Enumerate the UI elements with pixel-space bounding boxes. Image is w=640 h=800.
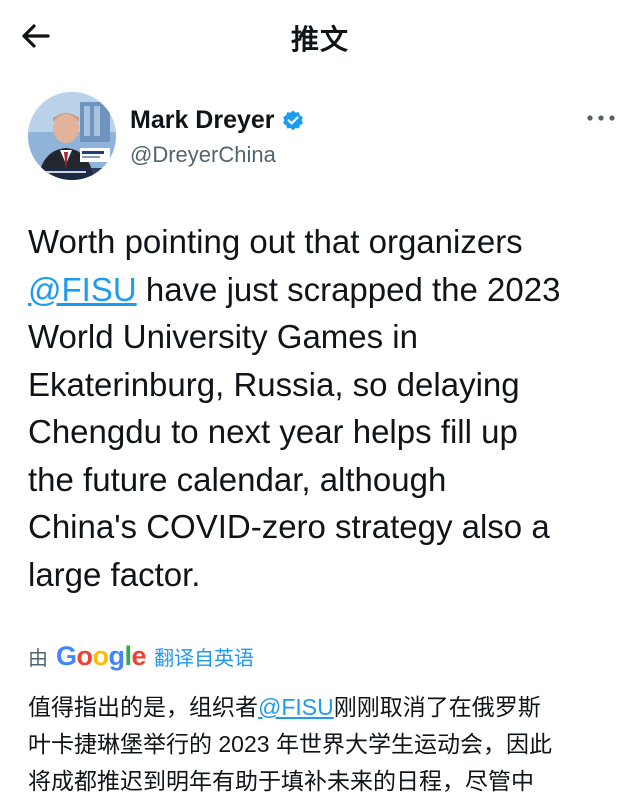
author-name[interactable]: Mark Dreyer: [130, 106, 275, 135]
more-horizontal-icon[interactable]: [584, 108, 618, 128]
tweet-line: the future calendar, although: [28, 460, 447, 498]
translated-from-label: 翻译自英语: [154, 647, 255, 670]
translated-text: 值得指出的是，组织者@FISU刚刚取消了在俄罗斯 叶卡捷琳堡举行的 2023 年…: [28, 689, 618, 800]
translated-by-label: 由: [28, 647, 48, 670]
tweet-line: Worth pointing out that organizers: [28, 223, 523, 260]
mention-link[interactable]: @FISU: [258, 694, 334, 720]
tweet-line: Ekaterinburg, Russia, so delaying: [28, 365, 520, 403]
google-logo: Google: [56, 640, 147, 671]
tweet-line: World University Games in: [28, 318, 418, 355]
tweet-author: Mark Dreyer @DreyerChina: [28, 92, 618, 184]
tweet-line: China's COVID-zero strategy also a: [28, 508, 550, 545]
mention-link[interactable]: @FISU: [28, 271, 137, 308]
avatar[interactable]: [28, 92, 116, 180]
page-title: 推文: [290, 24, 349, 55]
verified-badge-icon: [282, 110, 303, 130]
author-handle[interactable]: @DreyerChina: [130, 142, 276, 168]
author-name-row: Mark Dreyer: [130, 106, 305, 135]
translated-line: 将成都推迟到明年有助于填补未来的日程，尽管中: [28, 768, 534, 794]
translated-line: 叶卡捷琳堡举行的 2023 年世界大学生运动会，因此: [28, 731, 552, 757]
tweet-line: large factor.: [28, 555, 201, 593]
top-bar: 推文: [0, 0, 640, 74]
tweet-line: @FISU have just scrapped the 2023: [28, 270, 561, 308]
tweet-text: Worth pointing out that organizers @FISU…: [28, 218, 618, 598]
avatar-image: [28, 92, 116, 180]
tweet-line: Chengdu to next year helps fill up: [28, 413, 518, 450]
translated-by-google[interactable]: 由 Google 翻译自英语: [28, 638, 254, 674]
translated-line: 值得指出的是，组织者@FISU刚刚取消了在俄罗斯: [28, 694, 541, 720]
